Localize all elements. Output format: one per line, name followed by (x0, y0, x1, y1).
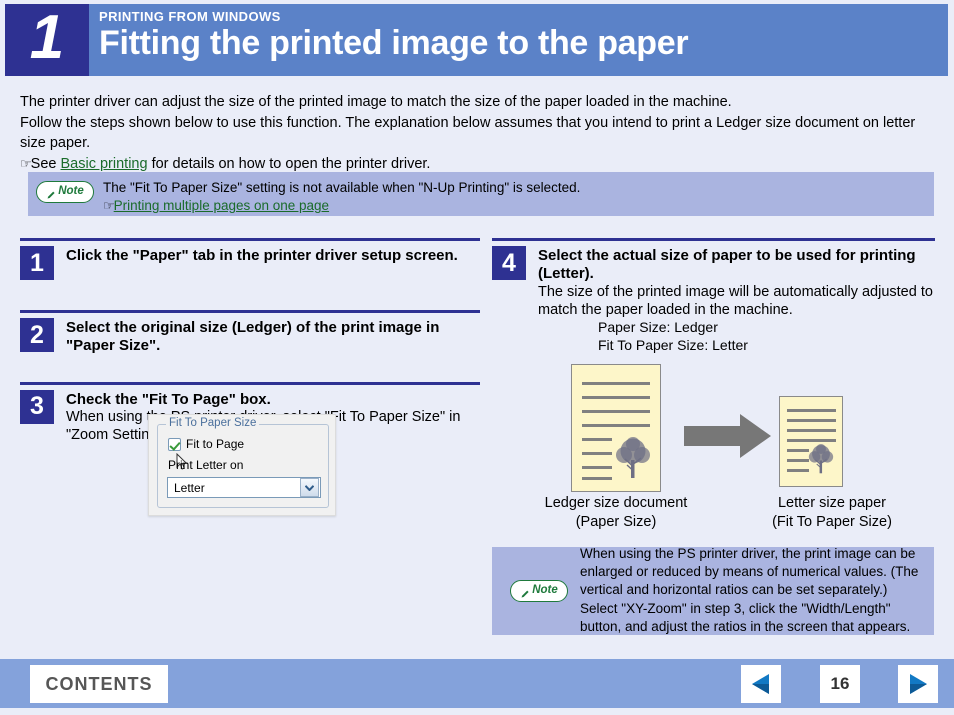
diagram-settings-caption: Paper Size: Ledger Fit To Paper Size: Le… (598, 318, 748, 355)
intro-line-2: Follow the steps shown below to use this… (20, 114, 916, 152)
step-number-3: 3 (20, 389, 54, 424)
fit-to-paper-size-groupbox: Fit To Paper Size Fit to Page Print Lett… (157, 417, 329, 508)
ledger-document-illustration (571, 364, 661, 492)
letter-document-label: Letter size paper (Fit To Paper Size) (727, 494, 937, 532)
groupbox-title: Fit To Paper Size (166, 417, 260, 429)
note-badge: Note (510, 579, 568, 602)
letter-document-illustration (779, 396, 843, 487)
fit-to-page-label: Fit to Page (186, 437, 245, 451)
step-divider (492, 238, 935, 241)
transform-arrow-icon (684, 412, 772, 460)
steps-column-right: 4 Select the actual size of paper to be … (492, 232, 935, 320)
tree-illustration (612, 436, 654, 485)
previous-page-button[interactable] (741, 665, 781, 703)
triangle-right-icon (910, 674, 927, 694)
ledger-label-line-1: Ledger size document (544, 495, 688, 511)
basic-printing-link[interactable]: Basic printing (61, 156, 148, 172)
see-suffix: for details on how to open the printer d… (147, 155, 431, 172)
paper-size-combobox-value: Letter (174, 480, 205, 495)
header-kicker: PRINTING FROM WINDOWS (99, 9, 281, 24)
page-number: 16 (820, 665, 860, 703)
header-text-block: PRINTING FROM WINDOWS Fitting the printe… (89, 4, 948, 76)
step-number-2: 2 (20, 318, 54, 352)
caption-paper-size: Paper Size: Ledger (598, 319, 718, 335)
letter-label-line-1: Letter size paper (777, 495, 886, 511)
letter-label-line-2: (Fit To Paper Size) (772, 513, 892, 530)
tree-illustration (806, 443, 836, 480)
step-4-title: Select the actual size of paper to be us… (538, 247, 916, 283)
intro-line-1: The printer driver can adjust the size o… (20, 94, 732, 110)
printing-multiple-pages-link[interactable]: Printing multiple pages on one page (114, 198, 329, 213)
printer-driver-dialog-snippet: Fit To Paper Size Fit to Page Print Lett… (148, 414, 336, 516)
see-prefix: See (30, 155, 61, 172)
pencil-icon (520, 586, 530, 597)
next-page-button[interactable] (898, 665, 938, 703)
note-top-line: The "Fit To Paper Size" setting is not a… (103, 180, 581, 195)
step-3-title: Check the "Fit To Page" box. (66, 390, 271, 408)
print-letter-on-label: Print Letter on (168, 458, 244, 472)
note-badge-label: Note (532, 583, 558, 596)
pointing-hand-icon: ☞ (20, 155, 32, 171)
ledger-document-label: Ledger size document (Paper Size) (510, 494, 722, 532)
caption-fit-to-paper-size: Fit To Paper Size: Letter (598, 337, 748, 354)
chapter-number: 1 (5, 4, 89, 76)
note-badge-label: Note (58, 185, 84, 198)
note-top-content: The "Fit To Paper Size" setting is not a… (103, 179, 580, 215)
step-2-title: Select the original size (Ledger) of the… (66, 319, 440, 355)
intro-text: The printer driver can adjust the size o… (20, 92, 935, 174)
step-divider (20, 238, 480, 241)
contents-button[interactable]: CONTENTS (30, 665, 168, 703)
ledger-label-line-2: (Paper Size) (575, 513, 657, 530)
step-divider (20, 310, 480, 313)
paper-size-combobox[interactable]: Letter (167, 477, 321, 498)
pencil-icon (46, 187, 56, 199)
page-title: Fitting the printed image to the paper (99, 24, 689, 63)
step-4-description: The size of the printed image will be au… (538, 283, 933, 318)
step-2: 2 Select the original size (Ledger) of t… (20, 304, 480, 356)
step-1-title: Click the "Paper" tab in the printer dri… (66, 247, 458, 264)
step-divider (20, 381, 480, 385)
note-badge: Note (36, 181, 94, 203)
note-bottom-content: When using the PS printer driver, the pr… (580, 545, 919, 634)
step-4: 4 Select the actual size of paper to be … (492, 232, 935, 320)
chevron-down-icon[interactable] (300, 478, 319, 497)
fit-to-page-checkbox[interactable] (168, 437, 181, 451)
note-box-top: Note The "Fit To Paper Size" setting is … (28, 172, 934, 216)
step-number-1: 1 (20, 246, 54, 280)
triangle-left-icon (752, 674, 769, 694)
step-number-4: 4 (492, 246, 526, 280)
note-top-link-row: ☞Printing multiple pages on one page (103, 197, 580, 215)
pointing-hand-icon: ☞ (103, 197, 115, 213)
note-box-bottom: Note When using the PS printer driver, t… (492, 545, 934, 635)
page-header: 1 PRINTING FROM WINDOWS Fitting the prin… (5, 4, 948, 76)
step-1: 1 Click the "Paper" tab in the printer d… (20, 232, 480, 280)
fit-to-page-row[interactable]: Fit to Page (168, 437, 244, 451)
